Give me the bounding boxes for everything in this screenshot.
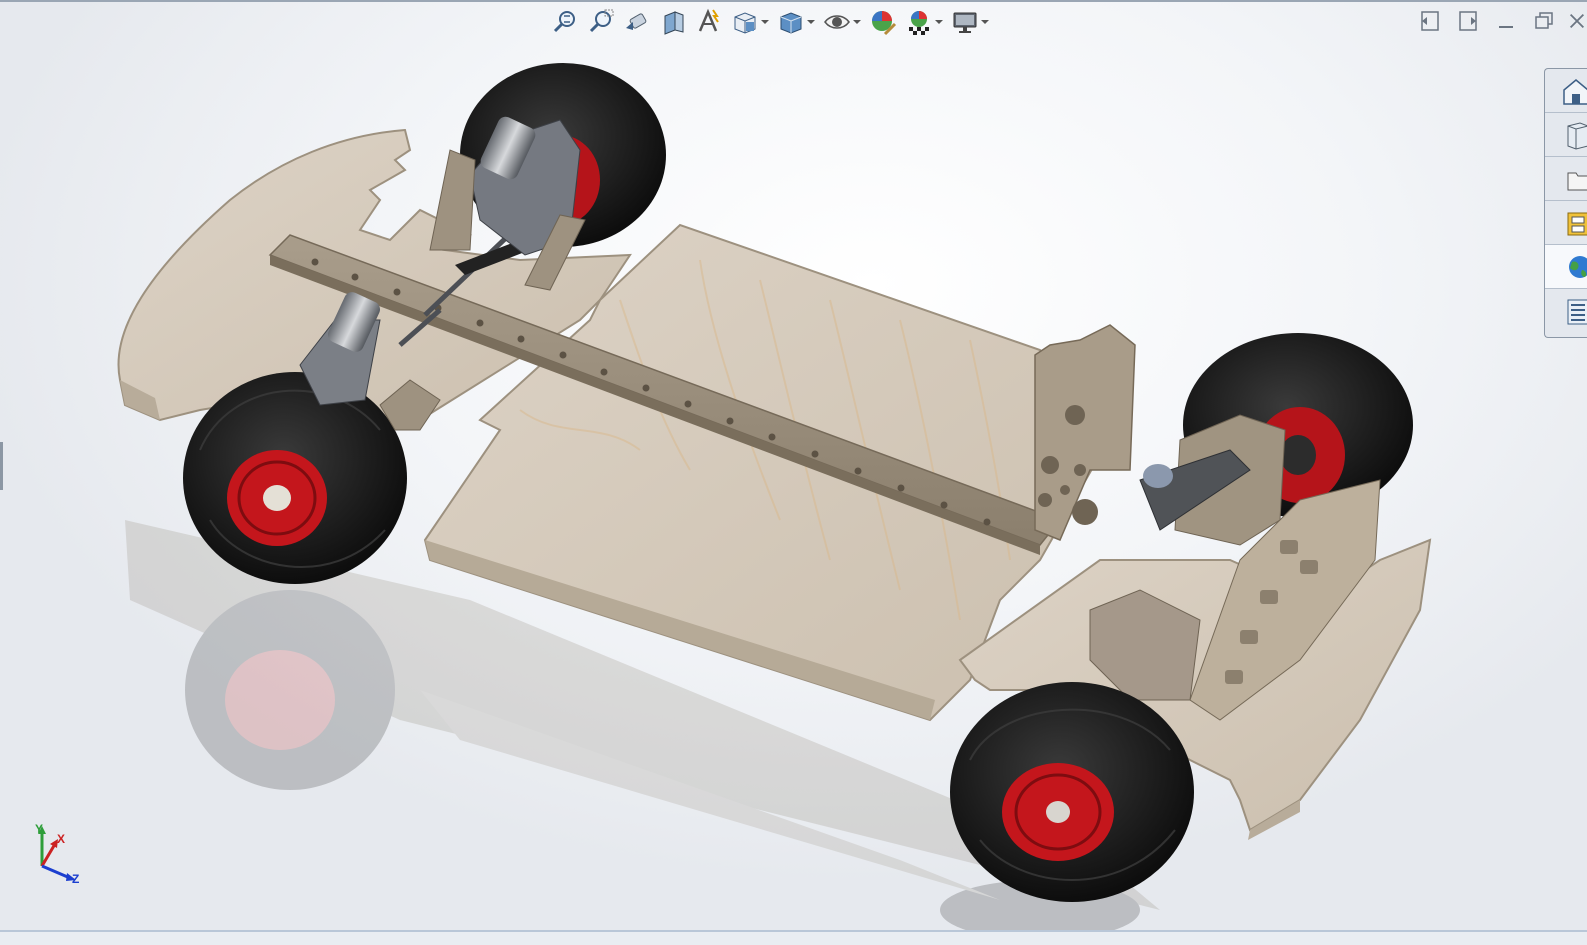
display-style-dropdown-icon[interactable] xyxy=(807,20,815,24)
wheel-front-left xyxy=(950,682,1194,902)
home-icon[interactable] xyxy=(1545,69,1587,113)
edit-appearance-icon[interactable] xyxy=(866,5,900,39)
view-palette-icon[interactable] xyxy=(1545,201,1587,245)
task-pane xyxy=(1544,68,1587,338)
zoom-to-fit-icon[interactable] xyxy=(548,5,582,39)
close-icon[interactable] xyxy=(1567,6,1587,36)
view-orientation-dropdown-icon[interactable] xyxy=(761,20,769,24)
triad-x-label: X xyxy=(57,832,66,846)
window-controls xyxy=(1415,6,1587,36)
tile-left-icon[interactable] xyxy=(1415,6,1445,36)
hide-show-icon[interactable] xyxy=(820,5,864,39)
triad-z-label: Z xyxy=(72,872,80,886)
graphics-area[interactable]: Y X Z xyxy=(0,0,1587,945)
previous-view-icon[interactable] xyxy=(620,5,654,39)
view-settings-dropdown-icon[interactable] xyxy=(981,20,989,24)
design-library-icon[interactable] xyxy=(1545,113,1587,157)
reference-triad: Y X Z xyxy=(30,822,90,892)
zoom-to-area-icon[interactable] xyxy=(584,5,618,39)
hide-show-dropdown-icon[interactable] xyxy=(853,20,861,24)
folder-icon[interactable] xyxy=(1545,157,1587,201)
view-orientation-icon[interactable] xyxy=(728,5,772,39)
custom-properties-icon[interactable] xyxy=(1545,289,1587,333)
minimize-icon[interactable] xyxy=(1491,6,1521,36)
display-style-icon[interactable] xyxy=(774,5,818,39)
dynamic-annotation-icon[interactable] xyxy=(692,5,726,39)
status-strip xyxy=(0,930,1587,945)
triad-y-label: Y xyxy=(35,822,44,836)
heads-up-view-toolbar xyxy=(548,4,992,40)
chassis-model[interactable] xyxy=(0,0,1587,945)
apply-scene-dropdown-icon[interactable] xyxy=(935,20,943,24)
apply-scene-icon[interactable] xyxy=(902,5,946,39)
monitor-icon[interactable] xyxy=(948,5,992,39)
restore-icon[interactable] xyxy=(1529,6,1559,36)
wheel-rear-left xyxy=(183,372,407,584)
section-view-icon[interactable] xyxy=(656,5,690,39)
tile-right-icon[interactable] xyxy=(1453,6,1483,36)
globe-icon[interactable] xyxy=(1545,245,1587,289)
